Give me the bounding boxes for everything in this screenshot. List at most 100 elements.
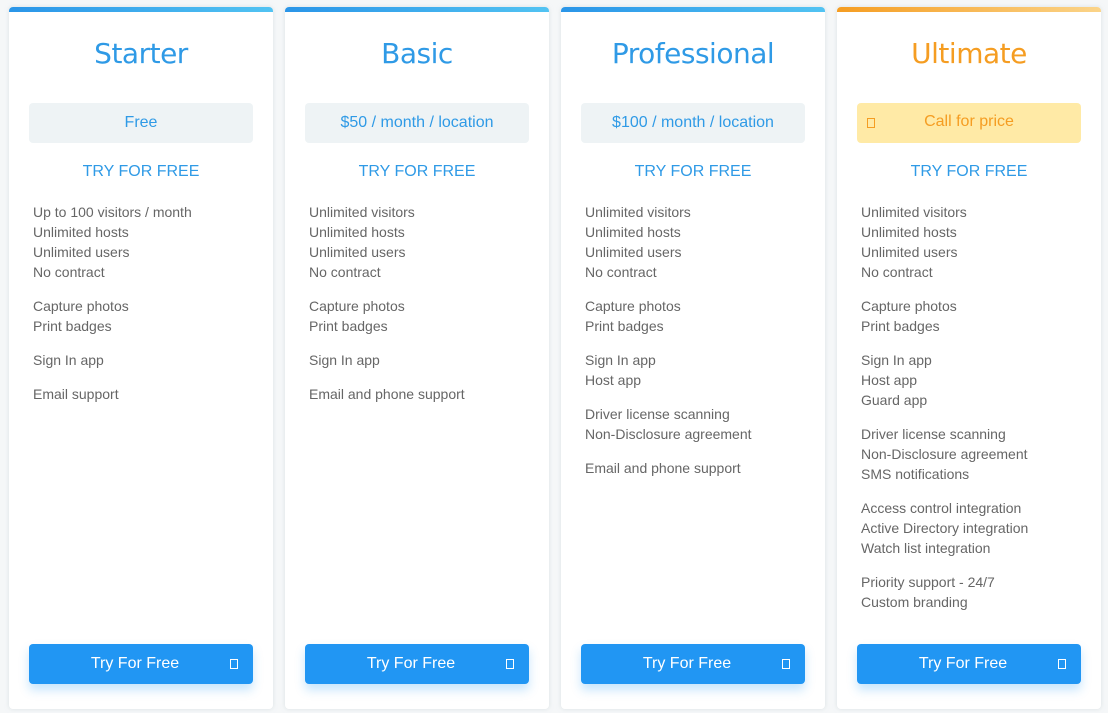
feature-item: Priority support - 24/7 xyxy=(861,574,995,590)
feature-item: Email and phone support xyxy=(309,386,465,402)
feature-item: SMS notifications xyxy=(861,466,970,482)
try-for-free-link[interactable]: TRY FOR FREE xyxy=(285,163,549,181)
feature-item: Capture photos xyxy=(861,298,957,314)
plan-price: $100 / month / location xyxy=(581,103,805,143)
feature-item: Non-Disclosure agreement xyxy=(861,446,1028,462)
feature-item: Capture photos xyxy=(309,298,405,314)
feature-item: No contract xyxy=(309,264,381,280)
feature-item: Unlimited hosts xyxy=(33,224,129,240)
feature-item: Unlimited hosts xyxy=(861,224,957,240)
try-for-free-link[interactable]: TRY FOR FREE xyxy=(837,163,1101,181)
plan-title: Professional xyxy=(611,37,775,70)
feature-group: Capture photos Print badges xyxy=(861,296,1091,336)
plan-card-professional: Professional $100 / month / location TRY F… xyxy=(561,7,825,709)
feature-item: Email and phone support xyxy=(585,460,741,476)
feature-item: Access control integration xyxy=(861,500,1022,516)
feature-group: Unlimited visitors Unlimited hosts Unlimit… xyxy=(309,202,539,282)
feature-item: Sign In app xyxy=(309,352,380,368)
feature-item: Non-Disclosure agreement xyxy=(585,426,752,442)
plan-price-label: $50 / month / location xyxy=(340,114,494,131)
feature-item: No contract xyxy=(585,264,657,280)
arrow-icon xyxy=(230,659,238,669)
feature-item: Sign In app xyxy=(585,352,656,368)
try-for-free-button[interactable]: Try For Free xyxy=(857,644,1081,684)
feature-item: Unlimited visitors xyxy=(585,204,691,220)
feature-item: Email support xyxy=(33,386,119,402)
feature-list: Up to 100 visitors / month Unlimited host… xyxy=(33,202,263,418)
feature-item: Guard app xyxy=(861,392,928,408)
feature-item: Driver license scanning xyxy=(585,406,730,422)
feature-group: Sign In app Host app xyxy=(585,350,815,390)
try-for-free-link[interactable]: TRY FOR FREE xyxy=(9,163,273,181)
feature-item: Host app xyxy=(861,372,918,388)
feature-item: Unlimited users xyxy=(33,244,130,260)
feature-group: Priority support - 24/7 Custom branding xyxy=(861,572,1091,612)
try-for-free-button-label: Try For Free xyxy=(918,655,1008,672)
feature-group: Email support xyxy=(33,384,263,404)
arrow-icon xyxy=(1058,659,1066,669)
feature-item: Print badges xyxy=(33,318,112,334)
feature-item: Unlimited visitors xyxy=(309,204,415,220)
feature-group: Access control integration Active Directo… xyxy=(861,498,1091,558)
feature-item: Unlimited hosts xyxy=(585,224,681,240)
arrow-icon xyxy=(782,659,790,669)
feature-group: Unlimited visitors Unlimited hosts Unlimit… xyxy=(585,202,815,282)
plan-price: Call for price xyxy=(857,103,1081,143)
feature-group: Capture photos Print badges xyxy=(33,296,263,336)
try-for-free-button-label: Try For Free xyxy=(642,655,732,672)
feature-group: Sign In app xyxy=(33,350,263,370)
feature-group: Up to 100 visitors / month Unlimited host… xyxy=(33,202,263,282)
feature-group: Email and phone support xyxy=(585,458,815,478)
try-for-free-button[interactable]: Try For Free xyxy=(305,644,529,684)
plan-title: Basic xyxy=(381,37,453,70)
feature-list: Unlimited visitors Unlimited hosts Unlimit… xyxy=(585,202,815,492)
feature-item: Unlimited hosts xyxy=(309,224,405,240)
card-accent-bar xyxy=(561,7,825,12)
plan-card-starter: Starter Free TRY FOR FREE Up to 100 visitor… xyxy=(9,7,273,709)
try-for-free-button[interactable]: Try For Free xyxy=(581,644,805,684)
plan-price: Free xyxy=(29,103,253,143)
plan-price-label: Call for price xyxy=(924,113,1014,130)
card-accent-bar xyxy=(837,7,1101,12)
feature-item: Print badges xyxy=(309,318,388,334)
feature-list: Unlimited visitors Unlimited hosts Unlimit… xyxy=(309,202,539,418)
plan-price-label: Free xyxy=(124,114,158,131)
feature-item: Host app xyxy=(585,372,642,388)
try-for-free-link[interactable]: TRY FOR FREE xyxy=(561,163,825,181)
feature-item: Unlimited users xyxy=(585,244,682,260)
plan-price-label: $100 / month / location xyxy=(612,114,774,131)
feature-item: No contract xyxy=(861,264,933,280)
feature-group: Sign In app xyxy=(309,350,539,370)
feature-item: Unlimited visitors xyxy=(861,204,967,220)
feature-item: Watch list integration xyxy=(861,540,991,556)
plan-card-ultimate: Ultimate Call for price TRY FOR FREE Unlimi… xyxy=(837,7,1101,709)
feature-group: Sign In app Host app Guard app xyxy=(861,350,1091,410)
plan-card-basic: Basic $50 / month / location TRY FOR FREE U… xyxy=(285,7,549,709)
feature-group: Capture photos Print badges xyxy=(585,296,815,336)
feature-item: Sign In app xyxy=(33,352,104,368)
feature-group: Unlimited visitors Unlimited hosts Unlimit… xyxy=(861,202,1091,282)
feature-group: Driver license scanning Non-Disclosure ag… xyxy=(585,404,815,444)
card-accent-bar xyxy=(285,7,549,12)
feature-item: Print badges xyxy=(585,318,664,334)
feature-item: Capture photos xyxy=(33,298,129,314)
feature-group: Email and phone support xyxy=(309,384,539,404)
plan-title: Ultimate xyxy=(911,37,1027,70)
feature-item: Unlimited users xyxy=(309,244,406,260)
try-for-free-button-label: Try For Free xyxy=(90,655,180,672)
arrow-icon xyxy=(506,659,514,669)
feature-item: Active Directory integration xyxy=(861,520,1029,536)
feature-item: Custom branding xyxy=(861,594,968,610)
feature-item: Capture photos xyxy=(585,298,681,314)
feature-list: Unlimited visitors Unlimited hosts Unlimit… xyxy=(861,202,1091,626)
try-for-free-button[interactable]: Try For Free xyxy=(29,644,253,684)
try-for-free-button-label: Try For Free xyxy=(366,655,456,672)
plan-price: $50 / month / location xyxy=(305,103,529,143)
feature-group: Driver license scanning Non-Disclosure ag… xyxy=(861,424,1091,484)
feature-item: No contract xyxy=(33,264,105,280)
feature-group: Capture photos Print badges xyxy=(309,296,539,336)
feature-item: Print badges xyxy=(861,318,940,334)
phone-icon xyxy=(867,118,875,128)
feature-item: Driver license scanning xyxy=(861,426,1006,442)
feature-item: Up to 100 visitors / month xyxy=(33,204,192,220)
